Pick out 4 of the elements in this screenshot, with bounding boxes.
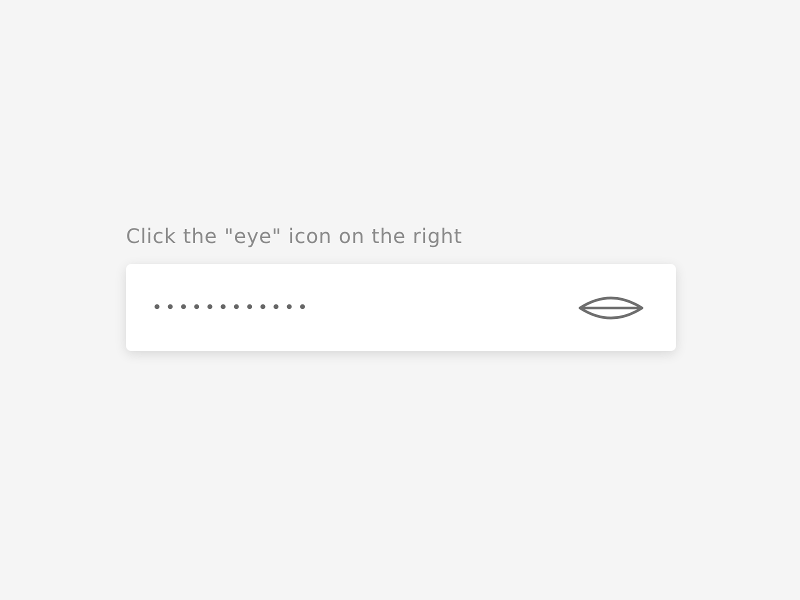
eye-icon[interactable] — [578, 294, 644, 322]
masked-password: •••••••••••• — [152, 298, 311, 318]
field-label: Click the "eye" icon on the right — [126, 223, 462, 250]
password-field[interactable]: •••••••••••• — [126, 264, 676, 351]
